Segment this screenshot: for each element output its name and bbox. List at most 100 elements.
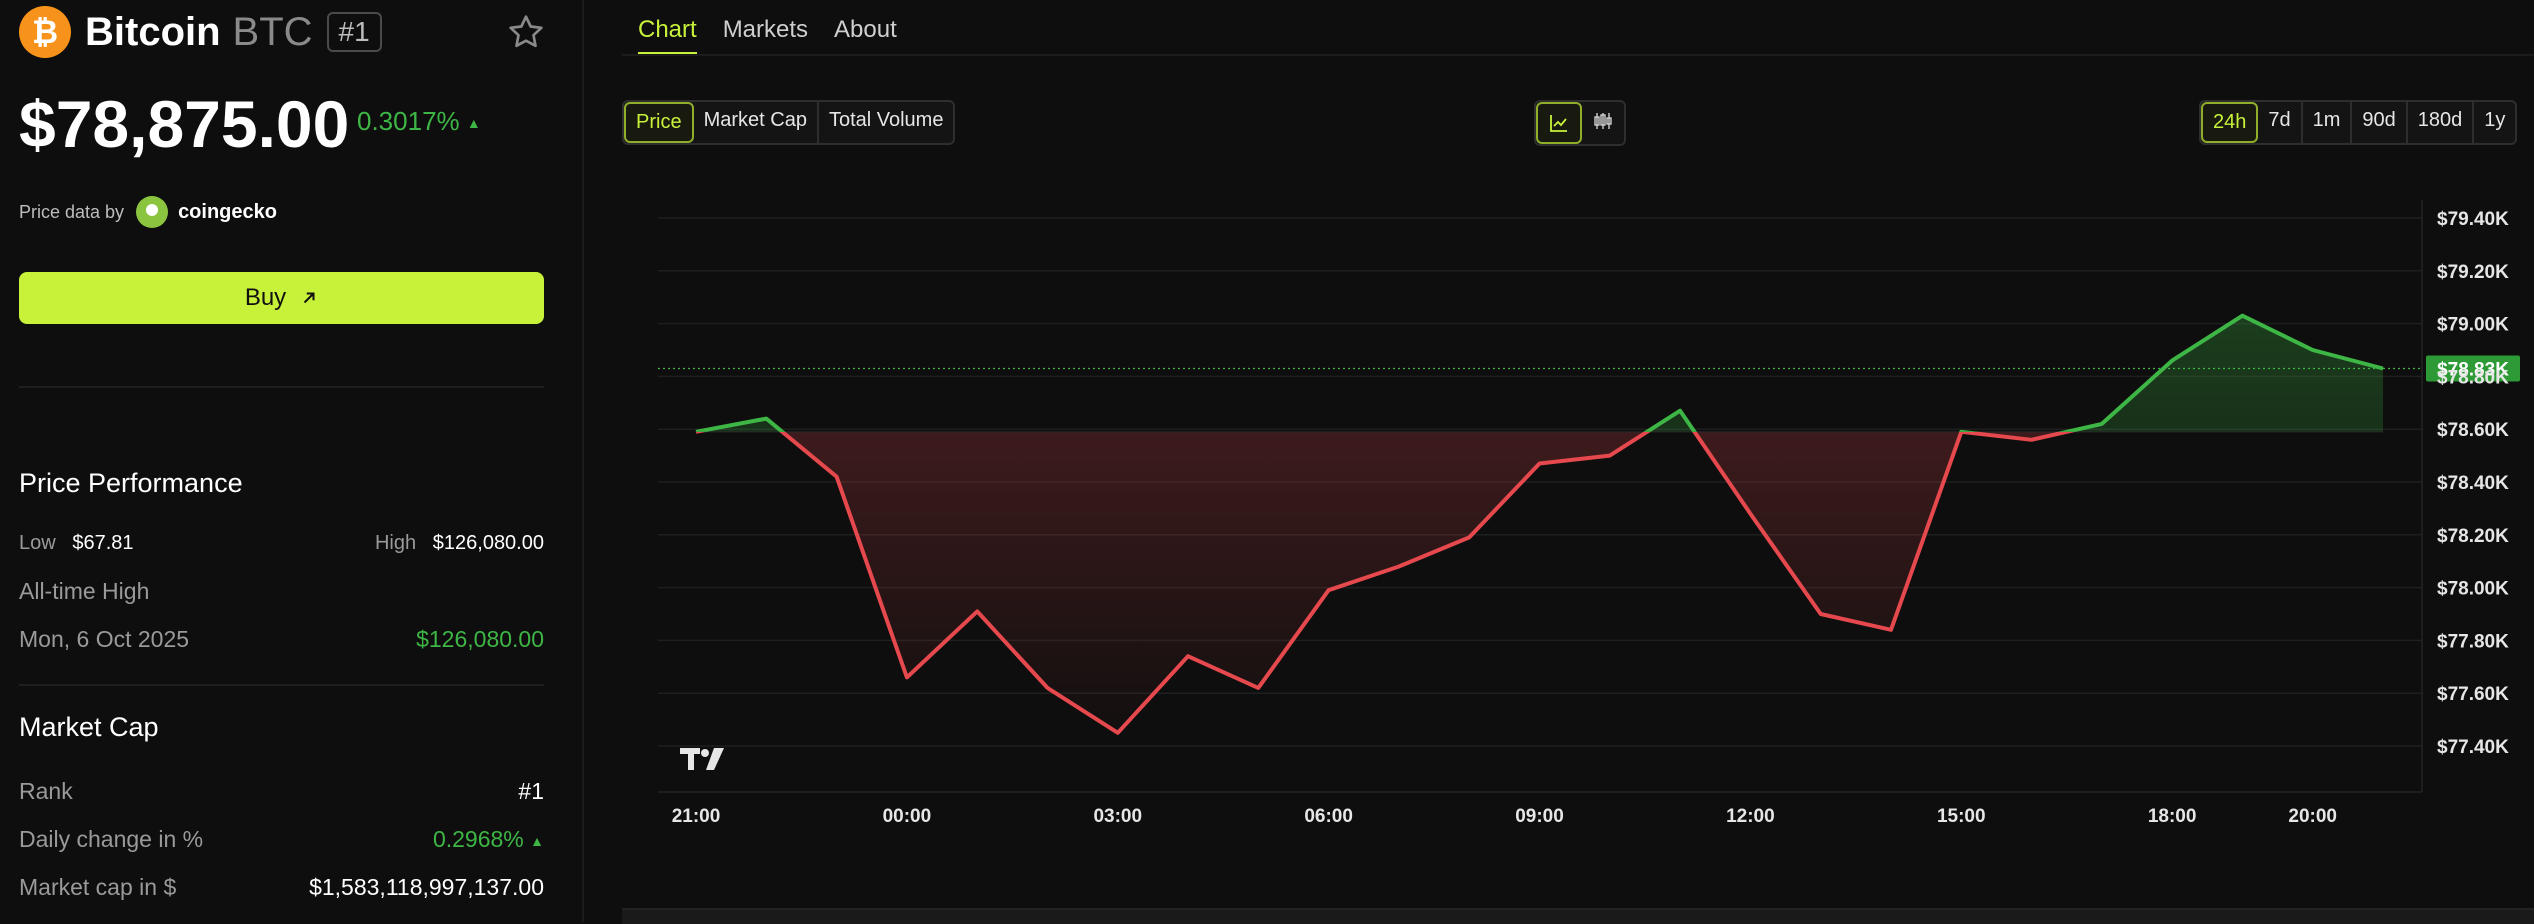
data-point xyxy=(1889,628,1893,632)
market-cap-title: Market Cap xyxy=(19,712,159,742)
line-chart-icon xyxy=(1550,115,1567,132)
panel-divider xyxy=(582,0,584,922)
y-tick-label: $77.40K xyxy=(2437,737,2509,758)
range-90d-button[interactable]: 90d xyxy=(2352,102,2408,143)
range-24h-button[interactable]: 24h xyxy=(2201,102,2259,143)
data-point xyxy=(1116,731,1120,735)
data-point xyxy=(1959,430,1963,434)
data-point xyxy=(1046,686,1050,690)
y-tick-label: $79.20K xyxy=(2437,262,2509,283)
low-label: Low xyxy=(19,532,56,554)
metric-total-volume-button[interactable]: Total Volume xyxy=(819,102,954,143)
rank-badge: #1 xyxy=(326,12,382,52)
up-triangle-icon: ▲ xyxy=(530,832,544,849)
coin-info-panel: ₿ Bitcoin BTC #1 $78,875.00 0.3017% ▲ Pr… xyxy=(0,0,582,922)
tab-chart[interactable]: Chart xyxy=(638,16,697,55)
daily-change-row: Daily change in % 0.2968% ▲ xyxy=(19,826,544,853)
y-tick-label: $79.40K xyxy=(2437,209,2509,230)
x-tick-label: 20:00 xyxy=(2288,806,2337,827)
x-tick-label: 12:00 xyxy=(1726,806,1775,827)
candlestick-chart-button[interactable] xyxy=(1582,102,1624,140)
data-point xyxy=(1327,588,1331,592)
tabs-divider xyxy=(622,54,2534,56)
main-tabs: Chart Markets About xyxy=(638,16,923,55)
data-point xyxy=(1608,454,1612,458)
x-tick-label: 15:00 xyxy=(1937,806,1986,827)
y-tick-label: $78.80K xyxy=(2437,367,2509,388)
coingecko-logo-icon xyxy=(136,196,169,228)
data-point xyxy=(764,417,768,421)
low-high-row: Low $67.81 High $126,080.00 xyxy=(19,532,544,555)
metric-price-button[interactable]: Price xyxy=(624,102,694,143)
price-source-label: Price data by xyxy=(19,201,125,222)
x-tick-label: 00:00 xyxy=(883,806,932,827)
divider xyxy=(19,386,544,388)
tab-about[interactable]: About xyxy=(834,16,897,55)
data-point xyxy=(905,675,909,679)
range-1m-button[interactable]: 1m xyxy=(2303,102,2353,143)
rank-value: #1 xyxy=(518,778,544,804)
high-label: High xyxy=(374,532,417,554)
daily-change-group: 0.2968% ▲ xyxy=(433,826,544,853)
price-source-name[interactable]: coingecko xyxy=(178,201,277,224)
tab-markets[interactable]: Markets xyxy=(723,16,808,55)
price-change: 0.3017% ▲ xyxy=(357,106,481,137)
y-tick-label: $77.80K xyxy=(2437,631,2509,652)
x-tick-label: 06:00 xyxy=(1304,806,1353,827)
data-point xyxy=(1748,512,1752,516)
data-point xyxy=(1186,654,1190,658)
price-change-value: 0.3017% xyxy=(357,106,460,136)
data-point xyxy=(2030,438,2034,442)
data-point xyxy=(975,609,979,613)
daily-change-label: Daily change in % xyxy=(19,826,204,852)
y-tick-label: $78.60K xyxy=(2437,420,2509,441)
coin-header: ₿ Bitcoin BTC #1 xyxy=(19,6,382,58)
ath-label: All-time High xyxy=(19,578,150,604)
ath-value: $126,080.00 xyxy=(416,626,544,652)
market-cap-value: $1,583,118,997,137.00 xyxy=(309,874,544,900)
buy-button[interactable]: Buy xyxy=(19,272,544,324)
y-tick-label: $78.20K xyxy=(2437,526,2509,547)
price-source: Price data by coingecko xyxy=(19,196,277,228)
time-range-selector: 24h 7d 1m 90d 180d 1y xyxy=(2199,100,2518,145)
high-value: $126,080.00 xyxy=(432,532,544,554)
data-point xyxy=(1538,462,1542,466)
low-value: $67.81 xyxy=(72,532,134,554)
data-point xyxy=(2311,348,2315,352)
coin-symbol: BTC xyxy=(232,9,313,54)
range-7d-button[interactable]: 7d xyxy=(2258,102,2303,143)
candlestick-icon xyxy=(1594,113,1612,129)
market-cap-label: Market cap in $ xyxy=(19,874,177,900)
external-arrow-icon xyxy=(303,292,315,304)
data-point xyxy=(835,475,839,479)
data-point xyxy=(1397,565,1401,569)
current-price: $78,875.00 xyxy=(19,87,350,161)
bitcoin-logo-icon: ₿ xyxy=(19,6,71,58)
divider xyxy=(19,684,544,686)
price-performance-title: Price Performance xyxy=(19,468,243,498)
y-tick-label: $79.00K xyxy=(2437,315,2509,336)
buy-button-label: Buy xyxy=(244,284,287,311)
y-tick-label: $78.00K xyxy=(2437,579,2509,600)
data-point xyxy=(1678,409,1682,413)
y-tick-label: $78.40K xyxy=(2437,473,2509,494)
range-1y-button[interactable]: 1y xyxy=(2474,102,2515,143)
coin-name: Bitcoin xyxy=(85,9,221,54)
favorite-star-icon[interactable] xyxy=(506,12,546,52)
metric-market-cap-button[interactable]: Market Cap xyxy=(694,102,819,143)
range-180d-button[interactable]: 180d xyxy=(2408,102,2475,143)
x-tick-label: 09:00 xyxy=(1515,806,1564,827)
area-below-baseline xyxy=(696,431,2383,733)
line-chart-button[interactable] xyxy=(1536,102,1582,144)
data-point xyxy=(2170,359,2174,363)
price-chart[interactable]: $78.83K$79.40K$79.20K$79.00K$78.80K$78.6… xyxy=(622,180,2534,880)
x-tick-label: 21:00 xyxy=(672,806,721,827)
ath-label-row: All-time High xyxy=(19,578,544,605)
ath-row: Mon, 6 Oct 2025 $126,080.00 xyxy=(19,626,544,653)
metric-selector: Price Market Cap Total Volume xyxy=(622,100,956,145)
up-triangle-icon: ▲ xyxy=(466,115,481,132)
market-cap-row: Market cap in $ $1,583,118,997,137.00 xyxy=(19,874,544,901)
daily-change-value: 0.2968% xyxy=(432,826,524,852)
data-point xyxy=(694,430,698,434)
x-tick-label: 03:00 xyxy=(1093,806,1142,827)
